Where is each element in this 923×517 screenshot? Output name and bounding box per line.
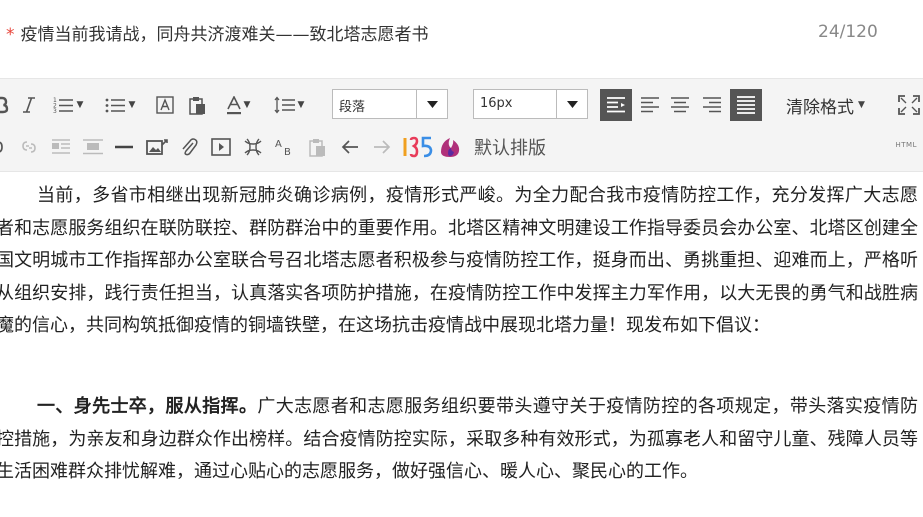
border-text-button[interactable] bbox=[152, 85, 178, 125]
link-icon bbox=[0, 141, 3, 153]
case-convert-icon: AB bbox=[275, 139, 291, 157]
insert-image-button[interactable] bbox=[144, 127, 170, 167]
arrow-right-icon bbox=[374, 140, 391, 154]
align-justify-icon bbox=[737, 96, 755, 114]
paste-plain-button[interactable] bbox=[304, 127, 330, 167]
ordered-list-icon: 123 bbox=[53, 97, 73, 114]
indent-left-button[interactable] bbox=[600, 89, 632, 121]
image-icon bbox=[146, 139, 168, 155]
text-box-icon bbox=[156, 96, 174, 114]
paste-format-button[interactable] bbox=[184, 85, 210, 125]
fontsize-select-value: 16px bbox=[480, 96, 513, 111]
xiumi-logo-icon bbox=[441, 138, 460, 157]
toolbar-row-2: AB 默认排版 HTML bbox=[0, 127, 923, 167]
html-source-button[interactable]: HTML bbox=[896, 141, 917, 149]
align-right-icon bbox=[703, 97, 721, 113]
image-left-icon bbox=[52, 139, 70, 154]
editor-content[interactable]: 当前，多省市相继出现新冠肺炎确诊病例，疫情形式严峻。为全力配合我市疫情防控工作，… bbox=[0, 172, 923, 517]
dropdown-arrow-icon bbox=[556, 90, 587, 118]
insert-video-button[interactable] bbox=[208, 127, 234, 167]
chevron-down-icon: ▼ bbox=[243, 100, 251, 110]
font-color-icon bbox=[226, 95, 241, 114]
undo-button[interactable] bbox=[338, 127, 362, 167]
paperclip-icon bbox=[182, 138, 198, 156]
toolbar-row-1: 123 ▼ ▼ ▼ ▼ 段落 16px 清除格式 ▼ bbox=[0, 85, 923, 125]
clear-format-label: 清除格式 bbox=[786, 97, 854, 118]
paragraph-2-heading: 一、身先士卒，服从指挥。 bbox=[37, 396, 258, 417]
char-count: 24/120 bbox=[818, 22, 878, 42]
italic-button[interactable] bbox=[18, 85, 40, 125]
align-left-button[interactable] bbox=[636, 85, 664, 125]
align-center-icon bbox=[671, 97, 689, 113]
align-justify-button[interactable] bbox=[730, 89, 762, 121]
paragraph-select[interactable]: 段落 bbox=[332, 89, 448, 119]
indent-left-icon bbox=[607, 97, 625, 113]
editor-toolbar: 123 ▼ ▼ ▼ ▼ 段落 16px 清除格式 ▼ A B 默认排版 HTML bbox=[0, 78, 923, 172]
paragraph-1: 当前，多省市相继出现新冠肺炎确诊病例，疫情形式严峻。为全力配合我市疫情防控工作，… bbox=[0, 185, 918, 336]
horizontal-rule-icon bbox=[115, 145, 133, 149]
chevron-down-icon: ▼ bbox=[128, 100, 136, 110]
attachment-button[interactable] bbox=[176, 127, 202, 167]
horizontal-rule-button[interactable] bbox=[112, 127, 136, 167]
italic-icon bbox=[23, 97, 35, 113]
line-height-icon bbox=[274, 96, 295, 114]
unlink-button[interactable] bbox=[18, 127, 40, 167]
align-right-button[interactable] bbox=[698, 85, 726, 125]
image-center-icon bbox=[83, 139, 103, 155]
default-layout-button[interactable]: 默认排版 bbox=[474, 127, 546, 167]
align-center-button[interactable] bbox=[666, 85, 694, 125]
ordered-list-button[interactable]: 123 ▼ bbox=[48, 85, 88, 125]
135-editor-button[interactable] bbox=[402, 127, 436, 167]
unordered-list-button[interactable]: ▼ bbox=[100, 85, 140, 125]
frame-icon bbox=[244, 138, 262, 156]
svg-text:3: 3 bbox=[53, 108, 57, 114]
title-value: 疫情当前我请战，同舟共济渡难关——致北塔志愿者书 bbox=[20, 25, 429, 45]
title-input[interactable]: * 疫情当前我请战，同舟共济渡难关——致北塔志愿者书 bbox=[6, 20, 429, 45]
font-color-button[interactable]: ▼ bbox=[218, 85, 258, 125]
chevron-down-icon: ▼ bbox=[76, 100, 84, 110]
135-logo-icon bbox=[403, 136, 433, 158]
insert-frame-button[interactable] bbox=[240, 127, 266, 167]
chevron-down-icon: ▼ bbox=[297, 100, 305, 110]
redo-button[interactable] bbox=[370, 127, 394, 167]
image-left-button[interactable] bbox=[50, 127, 72, 167]
fullscreen-button[interactable] bbox=[896, 85, 922, 125]
link-button[interactable] bbox=[0, 127, 10, 167]
clipboard-icon bbox=[189, 96, 205, 115]
required-mark: * bbox=[6, 25, 15, 45]
bold-button[interactable] bbox=[0, 85, 10, 125]
case-convert-button[interactable]: AB bbox=[272, 127, 298, 167]
clear-format-button[interactable]: 清除格式 ▼ bbox=[786, 85, 865, 125]
bold-icon bbox=[0, 96, 9, 114]
title-row: * 疫情当前我请战，同舟共济渡难关——致北塔志愿者书 24/120 bbox=[0, 0, 923, 72]
line-height-button[interactable]: ▼ bbox=[268, 85, 310, 125]
unlink-icon bbox=[22, 141, 36, 153]
paragraph-select-value: 段落 bbox=[339, 100, 366, 115]
unordered-list-icon bbox=[105, 98, 125, 113]
arrow-left-icon bbox=[341, 140, 358, 154]
paste-plain-icon bbox=[309, 138, 325, 157]
align-left-icon bbox=[641, 97, 659, 113]
video-icon bbox=[211, 138, 231, 156]
fullscreen-icon bbox=[898, 95, 920, 115]
svg-text:A: A bbox=[275, 139, 282, 150]
paragraph-2: 一、身先士卒，服从指挥。广大志愿者和志愿服务组织要带头遵守关于疫情防控的各项规定… bbox=[0, 391, 918, 489]
image-center-button[interactable] bbox=[80, 127, 106, 167]
chevron-down-icon: ▼ bbox=[858, 100, 865, 110]
fontsize-select[interactable]: 16px bbox=[473, 89, 588, 119]
svg-text:B: B bbox=[284, 147, 291, 157]
xiumi-button[interactable] bbox=[436, 127, 464, 167]
dropdown-arrow-icon bbox=[416, 90, 447, 118]
